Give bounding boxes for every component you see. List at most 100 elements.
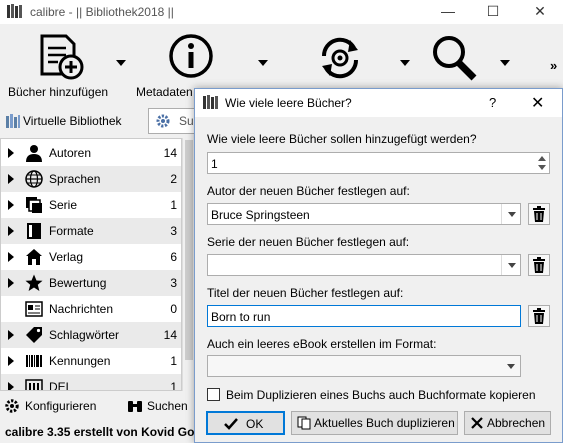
- tag-count: 3: [170, 224, 177, 238]
- help-button[interactable]: ?: [489, 95, 496, 110]
- metadata-label: Metadaten: [136, 85, 193, 99]
- metadata-dropdown-arrow[interactable]: [258, 60, 268, 66]
- trash-icon: [533, 257, 545, 273]
- add-books-dropdown-arrow[interactable]: [116, 60, 126, 66]
- tag-label: Autoren: [49, 146, 92, 160]
- expand-arrow-icon[interactable]: [8, 330, 14, 340]
- expand-arrow-icon[interactable]: [8, 148, 14, 158]
- dialog-title: Wie viele leere Bücher?: [225, 96, 352, 110]
- binoculars-icon: [128, 401, 142, 412]
- barcode-icon: [26, 355, 42, 367]
- expand-arrow-icon[interactable]: [8, 252, 14, 262]
- find-label: Suchen: [147, 399, 188, 413]
- author-combobox[interactable]: Bruce Springsteen: [207, 203, 521, 225]
- tag-count: 2: [170, 172, 177, 186]
- count-value: 1: [211, 157, 218, 171]
- tag-row-formats[interactable]: Formate 3: [1, 218, 181, 244]
- tag-row-tags[interactable]: Schlagwörter 14: [1, 322, 181, 348]
- configure-label: Konfigurieren: [25, 399, 97, 413]
- virtual-library-icon: [6, 114, 20, 128]
- spin-arrows-icon[interactable]: [536, 154, 548, 172]
- tag-label: Verlag: [49, 250, 84, 264]
- tag-row-news[interactable]: Nachrichten 0: [1, 296, 181, 322]
- library-icon: [25, 379, 43, 390]
- expand-arrow-icon[interactable]: [8, 226, 14, 236]
- tag-row-authors[interactable]: Autoren 14: [1, 140, 181, 166]
- tag-browser: Autoren 14 Sprachen 2 Serie 1 Formate 3 …: [0, 138, 182, 391]
- tag-count: 0: [170, 302, 177, 316]
- title-input[interactable]: Born to run: [207, 305, 521, 327]
- ok-label: OK: [246, 417, 264, 431]
- tag-label: Nachrichten: [49, 302, 114, 316]
- gear-icon: [156, 114, 170, 128]
- expand-arrow-icon[interactable]: [8, 278, 14, 288]
- clear-title-button[interactable]: [528, 305, 550, 327]
- info-icon: [169, 34, 213, 78]
- dialog-close-button[interactable]: ✕: [531, 93, 544, 113]
- tag-label: Sprachen: [49, 172, 101, 186]
- status-bar: calibre 3.35 erstellt von Kovid Goy: [0, 421, 201, 443]
- tag-browser-scrollbar[interactable]: [182, 138, 194, 391]
- convert-dropdown-arrow[interactable]: [400, 60, 410, 66]
- format-select[interactable]: [207, 355, 521, 377]
- format-label: Auch ein leeres eBook erstellen im Forma…: [207, 337, 437, 351]
- tag-label: Bewertung: [49, 276, 107, 290]
- count-label: Wie viele leere Bücher sollen hinzugefüg…: [207, 132, 477, 146]
- tag-icon: [26, 327, 42, 343]
- tag-count: 1: [170, 354, 177, 368]
- tag-browser-actions: Konfigurieren Suchen: [0, 391, 196, 421]
- person-icon: [26, 145, 42, 162]
- window-titlebar: calibre - || Bibliothek2018 || — ☐ ✕: [0, 0, 563, 24]
- expand-arrow-icon[interactable]: [8, 382, 14, 390]
- tag-row-publisher[interactable]: Verlag 6: [1, 244, 181, 270]
- add-book-icon: [40, 34, 84, 80]
- title-label: Titel der neuen Bücher festlegen auf:: [207, 286, 404, 300]
- checkmark-icon: [224, 418, 238, 430]
- series-icon: [26, 197, 42, 213]
- copy-icon: [297, 416, 311, 430]
- expand-arrow-icon[interactable]: [8, 356, 14, 366]
- tag-label: Formate: [49, 224, 94, 238]
- series-label: Serie der neuen Bücher festlegen auf:: [207, 235, 410, 249]
- trash-icon: [533, 206, 545, 222]
- ok-button[interactable]: OK: [206, 411, 285, 435]
- scrollbar-thumb[interactable]: [185, 140, 193, 360]
- chevron-down-icon[interactable]: [501, 255, 521, 275]
- tag-label: Schlagwörter: [49, 328, 120, 342]
- tag-row-series[interactable]: Serie 1: [1, 192, 181, 218]
- expand-arrow-icon[interactable]: [8, 200, 14, 210]
- tag-row-identifiers[interactable]: Kennungen 1: [1, 348, 181, 374]
- series-combobox[interactable]: [207, 254, 521, 276]
- view-dropdown-arrow[interactable]: [500, 60, 510, 66]
- tag-row-languages[interactable]: Sprachen 2: [1, 166, 181, 192]
- maximize-button[interactable]: ☐: [470, 0, 516, 24]
- author-label: Autor der neuen Bücher festlegen auf:: [207, 184, 410, 198]
- toolbar-overflow-button[interactable]: »: [550, 58, 557, 73]
- tag-count: 1: [170, 380, 177, 391]
- clear-author-button[interactable]: [528, 203, 550, 225]
- duplicate-formats-label: Beim Duplizieren eines Buchs auch Buchfo…: [226, 388, 536, 402]
- star-icon: [25, 274, 43, 291]
- book-icon: [27, 223, 41, 239]
- clear-series-button[interactable]: [528, 254, 550, 276]
- minimize-button[interactable]: —: [425, 0, 471, 24]
- count-spinbox[interactable]: 1: [207, 152, 550, 174]
- duplicate-book-button[interactable]: Aktuelles Buch duplizieren: [291, 411, 458, 435]
- expand-arrow-icon[interactable]: [8, 174, 14, 184]
- window-title: calibre - || Bibliothek2018 ||: [30, 5, 174, 19]
- calibre-app-icon: [203, 95, 218, 109]
- news-icon: [25, 301, 43, 317]
- tag-count: 1: [170, 198, 177, 212]
- duplicate-formats-checkbox[interactable]: [207, 388, 220, 401]
- chevron-down-icon[interactable]: [501, 356, 521, 376]
- tag-row-rating[interactable]: Bewertung 3: [1, 270, 181, 296]
- virtual-library-label: Virtuelle Bibliothek: [23, 114, 122, 128]
- convert-refresh-icon: [321, 37, 359, 79]
- cancel-button[interactable]: Abbrechen: [464, 411, 551, 435]
- cancel-label: Abbrechen: [487, 416, 546, 430]
- chevron-down-icon[interactable]: [501, 204, 521, 224]
- tag-row-del[interactable]: DEL 1: [1, 374, 181, 391]
- author-value: Bruce Springsteen: [211, 208, 310, 222]
- close-window-button[interactable]: ✕: [517, 0, 563, 24]
- add-empty-books-dialog: Wie viele leere Bücher? ? ✕ Wie viele le…: [194, 88, 563, 443]
